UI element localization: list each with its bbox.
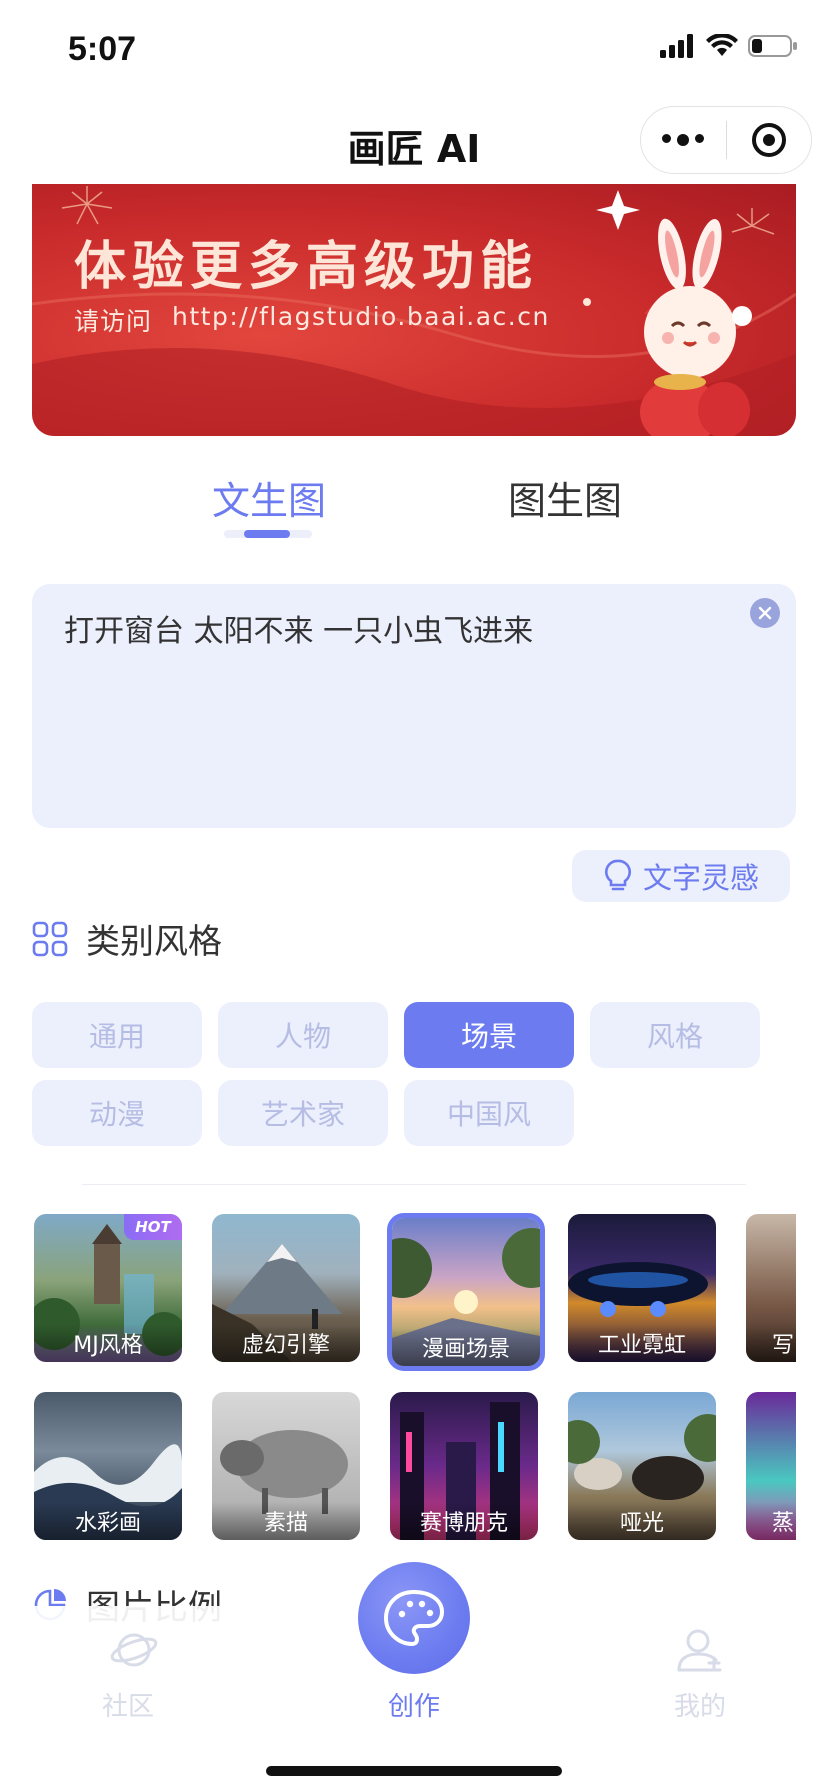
style-card-label: 赛博朋克 [390, 1502, 538, 1540]
tab-image-to-image[interactable]: 图生图 [508, 470, 622, 525]
battery-icon [748, 35, 797, 57]
nav-create[interactable]: 创作 [354, 1686, 474, 1723]
category-chip-artist[interactable]: 艺术家 [218, 1080, 388, 1146]
category-chip-people[interactable]: 人物 [218, 1002, 388, 1068]
style-card-label: 写 [746, 1324, 796, 1362]
section-divider [82, 1184, 746, 1185]
create-button[interactable] [358, 1562, 470, 1674]
style-card-industrial-neon[interactable]: 工业霓虹 [568, 1214, 716, 1362]
rabbit-mascot [640, 218, 752, 436]
style-card-sketch[interactable]: 素描 [212, 1392, 360, 1540]
clear-prompt-button[interactable] [750, 598, 780, 628]
text-inspiration-button[interactable]: 文字灵感 [572, 850, 790, 902]
tab-indicator [244, 530, 290, 538]
banner-url: http://flagstudio.baai.ac.cn [172, 302, 550, 331]
prompt-text: 打开窗台 太阳不来 一只小虫飞进来 [64, 614, 534, 649]
style-card-label: 工业霓虹 [568, 1324, 716, 1362]
category-chip-scene[interactable]: 场景 [404, 1002, 574, 1068]
tab-text-to-image[interactable]: 文生图 [212, 470, 326, 525]
community-icon-wrap[interactable] [104, 1628, 164, 1672]
category-chip-chinese[interactable]: 中国风 [404, 1080, 574, 1146]
category-section-title: 类别风格 [86, 922, 222, 962]
close-icon [758, 606, 772, 620]
style-card-comic-scene[interactable]: 漫画场景 [387, 1213, 545, 1371]
palette-icon [384, 1590, 444, 1646]
status-icons [660, 34, 798, 58]
home-indicator [266, 1766, 562, 1776]
wifi-icon [706, 34, 738, 56]
style-card-cyberpunk[interactable]: 赛博朋克 [390, 1392, 538, 1540]
status-time: 5:07 [68, 30, 137, 68]
style-card-label: 蒸 [746, 1502, 796, 1540]
style-card-realistic[interactable]: 写 [746, 1214, 796, 1362]
lightbulb-icon [604, 859, 631, 891]
profile-icon-wrap[interactable] [670, 1628, 730, 1672]
style-card-steam[interactable]: 蒸 [746, 1392, 796, 1540]
style-card-watercolor[interactable]: 水彩画 [34, 1392, 182, 1540]
style-card-label: 虚幻引擎 [212, 1324, 360, 1362]
category-chip-general[interactable]: 通用 [32, 1002, 202, 1068]
style-card-label: 素描 [212, 1502, 360, 1540]
banner-title: 体验更多高级功能 [74, 237, 539, 297]
style-card-matte[interactable]: 哑光 [568, 1392, 716, 1540]
style-card-mj[interactable]: HOT MJ风格 [34, 1214, 182, 1362]
mini-program-capsule [640, 106, 812, 174]
text-inspiration-label: 文字灵感 [642, 861, 759, 895]
style-card-label: 哑光 [568, 1502, 716, 1540]
style-card-label: 水彩画 [34, 1502, 182, 1540]
more-dots-icon [662, 134, 705, 146]
promo-banner[interactable]: 体验更多高级功能 请访问 http://flagstudio.baai.ac.c… [32, 184, 796, 436]
style-card-label: MJ风格 [34, 1324, 182, 1362]
planet-icon [110, 1633, 158, 1667]
style-card-label: 漫画场景 [392, 1328, 540, 1366]
banner-visit-label: 请访问 [74, 307, 153, 336]
cellular-signal-icon [660, 34, 693, 58]
category-section-header: 类别风格 [32, 914, 222, 963]
style-card-unreal[interactable]: 虚幻引擎 [212, 1214, 360, 1362]
category-chip-anime[interactable]: 动漫 [32, 1080, 202, 1146]
hot-badge: HOT [124, 1214, 182, 1240]
user-icon [677, 1629, 722, 1672]
more-button[interactable] [641, 107, 726, 173]
target-icon [751, 123, 786, 157]
nav-community[interactable]: 社区 [68, 1686, 188, 1723]
grid-icon [32, 921, 68, 956]
category-chip-style[interactable]: 风格 [590, 1002, 760, 1068]
close-program-button[interactable] [727, 107, 812, 173]
nav-mine[interactable]: 我的 [640, 1686, 760, 1723]
